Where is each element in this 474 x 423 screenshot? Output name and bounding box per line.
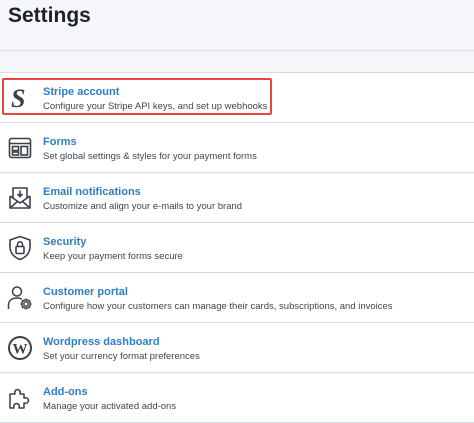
settings-item-label: Security [43,236,87,248]
forms-icon [6,134,34,162]
settings-item-forms[interactable]: Forms Set global settings & styles for y… [0,123,474,173]
page-title: Settings [8,4,91,27]
settings-item-description: Manage your activated add-ons [43,401,177,412]
settings-item-label: Stripe account [43,86,120,98]
settings-item-label: Wordpress dashboard [43,336,160,348]
settings-item-description: Set global settings & styles for your pa… [43,151,257,162]
email-icon [6,184,34,212]
divider [0,50,474,51]
settings-item-description: Customize and align your e-mails to your… [43,201,243,212]
settings-item-label: Forms [43,136,77,148]
settings-item-description: Configure your Stripe API keys, and set … [43,101,268,112]
settings-item-wordpress-dashboard[interactable]: W Wordpress dashboard Set your currency … [0,323,474,373]
settings-item-email-notifications[interactable]: Email notifications Customize and align … [0,173,474,223]
shield-lock-icon [6,234,34,262]
puzzle-icon [6,384,34,412]
customer-gear-icon [6,284,34,312]
settings-item-label: Email notifications [43,186,141,198]
settings-item-add-ons[interactable]: Add-ons Manage your activated add-ons [0,373,474,423]
settings-item-security[interactable]: Security Keep your payment forms secure [0,223,474,273]
settings-item-customer-portal[interactable]: Customer portal Configure how your custo… [0,273,474,323]
wordpress-icon: W [6,334,34,362]
svg-text:W: W [13,342,28,358]
stripe-logo-icon: S [6,84,34,112]
settings-item-description: Keep your payment forms secure [43,251,183,262]
settings-item-label: Customer portal [43,286,128,298]
settings-item-description: Configure how your customers can manage … [43,301,393,312]
settings-list: S Stripe account Configure your Stripe A… [0,72,474,423]
settings-item-stripe-account[interactable]: S Stripe account Configure your Stripe A… [0,73,474,123]
svg-text:S: S [11,85,25,111]
settings-item-description: Set your currency format preferences [43,351,200,362]
settings-item-label: Add-ons [43,386,88,398]
